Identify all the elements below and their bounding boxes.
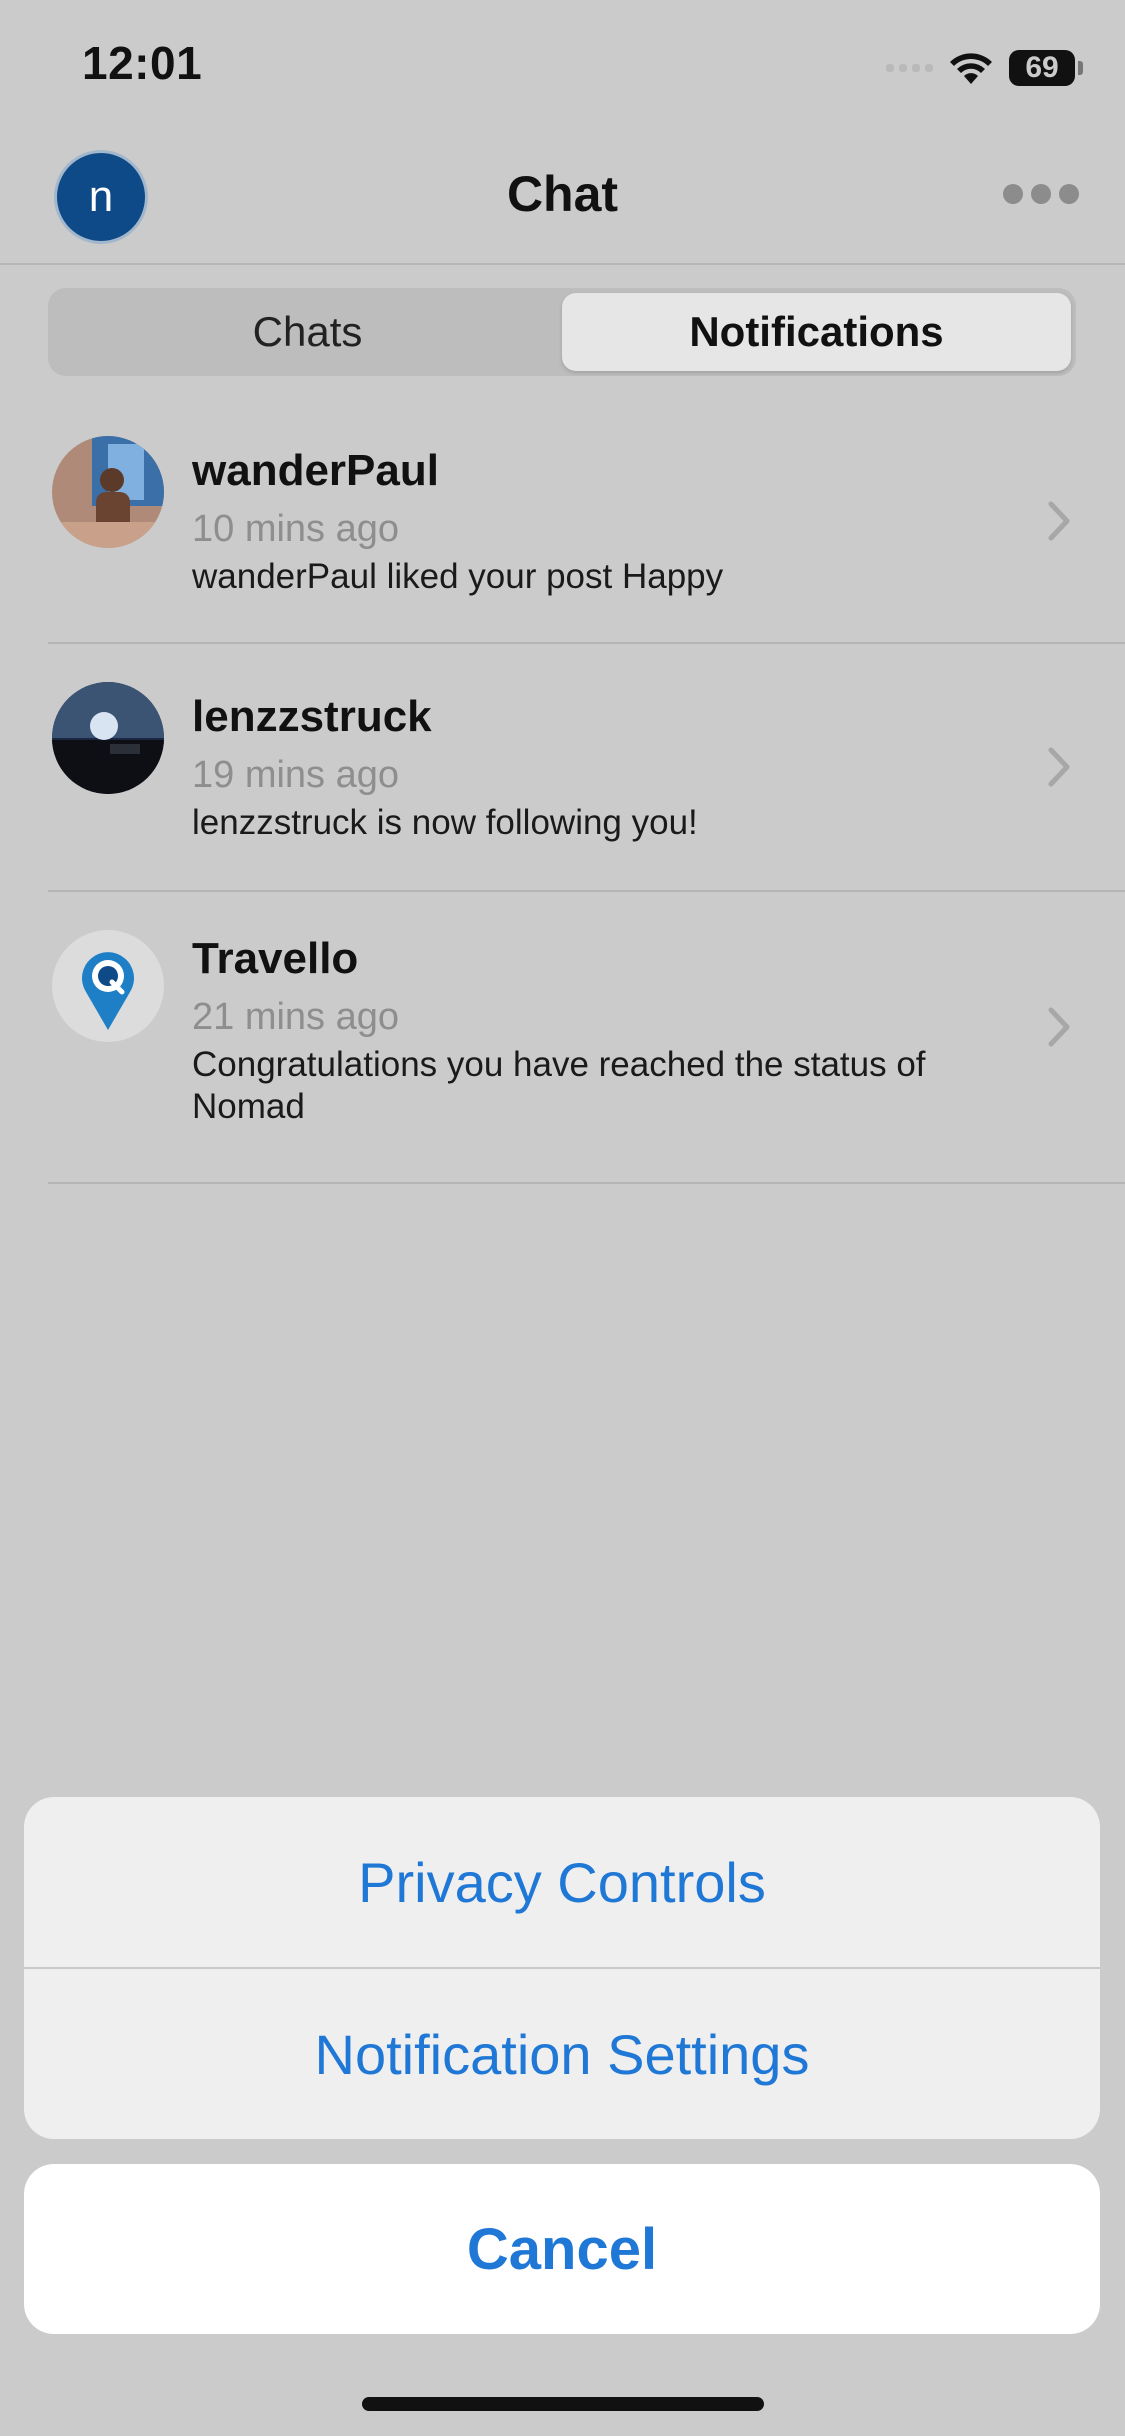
notification-sender: lenzzstruck: [192, 692, 432, 741]
avatar: [52, 436, 164, 548]
notification-message: lenzzstruck is now following you!: [192, 803, 698, 842]
more-options-icon[interactable]: [1003, 184, 1079, 204]
notification-settings-button[interactable]: Notification Settings: [24, 1969, 1100, 2139]
notification-time: 21 mins ago: [192, 996, 400, 1038]
notification-message: Congratulations you have reached the sta…: [192, 1045, 926, 1126]
battery-icon: 69: [1009, 50, 1083, 86]
chevron-right-icon: [1048, 1007, 1070, 1047]
travello-logo-icon: [52, 930, 164, 1042]
notification-sender: wanderPaul: [192, 446, 439, 495]
cellular-signal-icon: [886, 64, 933, 72]
status-indicators: 69: [886, 50, 1083, 86]
notification-time: 10 mins ago: [192, 508, 400, 550]
header-divider: [0, 263, 1125, 265]
privacy-controls-button[interactable]: Privacy Controls: [24, 1797, 1100, 1967]
segmented-control: Chats Notifications: [48, 288, 1076, 376]
chevron-right-icon: [1048, 747, 1070, 787]
notification-sender: Travello: [192, 934, 359, 983]
cancel-button[interactable]: Cancel: [24, 2164, 1100, 2334]
tab-notifications[interactable]: Notifications: [562, 293, 1071, 371]
action-sheet: Privacy Controls Notification Settings: [24, 1797, 1100, 2139]
avatar: [52, 682, 164, 794]
status-time: 12:01: [82, 37, 203, 89]
list-item[interactable]: lenzzstruck 19 mins ago lenzzstruck is n…: [48, 644, 1125, 892]
tab-chats[interactable]: Chats: [53, 293, 562, 371]
notification-list: wanderPaul 10 mins ago wanderPaul liked …: [0, 400, 1125, 1184]
page-title: Chat: [506, 166, 619, 222]
list-item[interactable]: Travello 21 mins ago Congratulations you…: [48, 892, 1125, 1184]
chevron-right-icon: [1048, 501, 1070, 541]
notification-message: wanderPaul liked your post Happy: [192, 557, 724, 596]
notification-time: 19 mins ago: [192, 754, 400, 796]
home-indicator[interactable]: [362, 2397, 764, 2411]
wifi-icon: [950, 53, 992, 84]
list-item[interactable]: wanderPaul 10 mins ago wanderPaul liked …: [48, 400, 1125, 644]
